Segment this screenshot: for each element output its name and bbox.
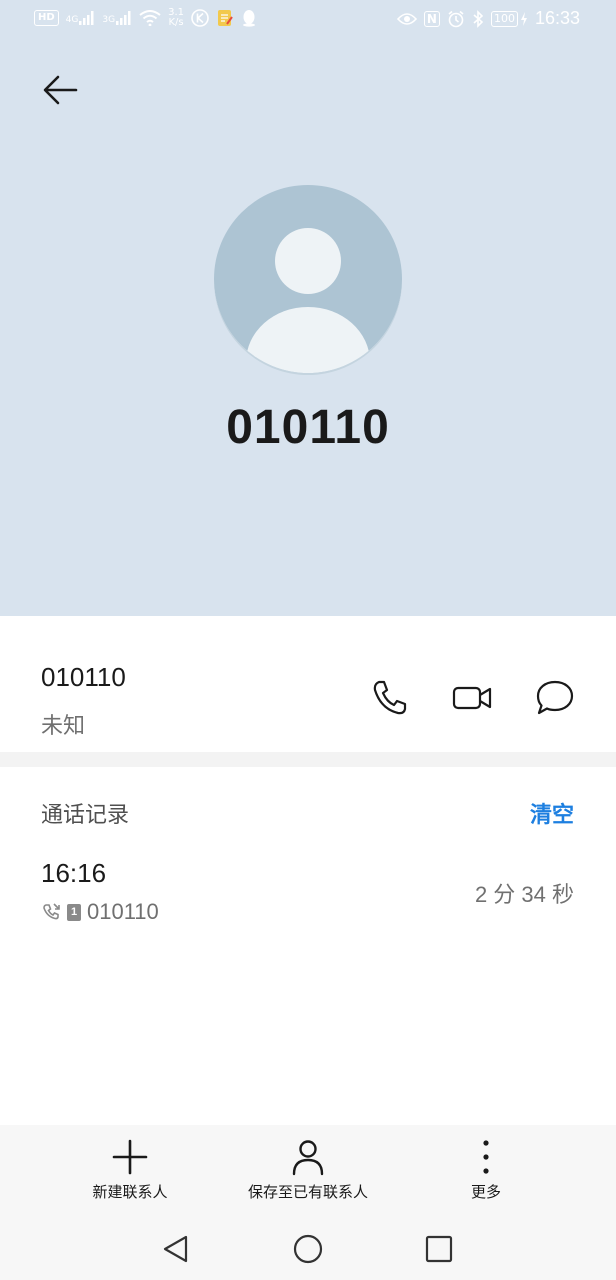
contact-location: 未知 xyxy=(41,714,86,739)
arrow-left-icon xyxy=(43,75,78,105)
call-log-title: 通话记录 xyxy=(41,803,130,828)
more-label: 更多 xyxy=(470,1183,501,1201)
section-divider xyxy=(0,752,616,767)
more-button[interactable]: 更多 xyxy=(446,1137,526,1202)
signal-2-label: 3G xyxy=(102,15,116,25)
qq-icon xyxy=(242,10,255,27)
signal-1: 4G xyxy=(66,11,96,25)
video-call-button[interactable] xyxy=(450,676,494,720)
more-vertical-icon xyxy=(483,1140,489,1174)
nav-back-button[interactable] xyxy=(160,1233,192,1265)
call-number: 010110 xyxy=(87,899,159,924)
contact-header: 010110 xyxy=(0,0,616,616)
net-speed-unit: K/s xyxy=(168,17,184,28)
clear-log-button[interactable]: 清空 xyxy=(530,797,574,829)
battery-level: 100 xyxy=(490,10,518,27)
signal-1-label: 4G xyxy=(65,15,79,25)
save-to-existing-label: 保存至已有联系人 xyxy=(247,1183,368,1201)
bottom-toolbar: 新建联系人 保存至已有联系人 更多 xyxy=(0,1125,616,1215)
back-button[interactable] xyxy=(36,66,84,114)
status-time: 16:33 xyxy=(534,8,580,28)
status-left: HD 4G 3G 3.1 K/s xyxy=(34,8,257,28)
status-bar: HD 4G 3G 3.1 K/s N 100 16:33 xyxy=(0,0,616,44)
video-camera-icon xyxy=(452,686,492,710)
circle-home-icon xyxy=(293,1234,323,1264)
signal-2: 3G xyxy=(102,11,132,25)
triangle-back-icon xyxy=(163,1235,188,1263)
call-log-section: 通话记录 清空 16:16 1 010110 2 分 34 秒 xyxy=(0,767,616,1125)
alarm-icon xyxy=(448,10,464,27)
eye-icon xyxy=(396,12,417,25)
contact-card: 010110 未知 xyxy=(0,616,616,752)
k-app-icon xyxy=(191,9,209,27)
page-title: 010110 xyxy=(226,401,390,454)
sim-card-icon: 1 xyxy=(67,903,81,921)
square-recents-icon xyxy=(425,1235,453,1263)
chat-bubble-icon xyxy=(536,680,574,715)
signal-bars-icon xyxy=(116,11,131,25)
call-button[interactable] xyxy=(367,676,411,720)
nav-home-button[interactable] xyxy=(292,1233,324,1265)
charging-icon xyxy=(520,11,527,26)
call-time: 16:16 xyxy=(41,858,107,888)
net-speed: 3.1 K/s xyxy=(168,8,184,28)
battery-indicator: 100 xyxy=(490,10,528,27)
plus-icon xyxy=(112,1139,148,1175)
nav-recents-button[interactable] xyxy=(423,1233,455,1265)
bluetooth-icon xyxy=(473,9,484,28)
system-navigation-bar xyxy=(0,1215,616,1280)
person-icon xyxy=(292,1140,324,1176)
call-meta: 1 010110 xyxy=(41,899,159,925)
save-to-existing-button[interactable]: 保存至已有联系人 xyxy=(228,1137,388,1202)
avatar-ring xyxy=(214,185,402,373)
nfc-icon: N xyxy=(423,10,440,27)
signal-bars-icon xyxy=(79,11,94,25)
new-contact-label: 新建联系人 xyxy=(92,1183,168,1201)
phone-icon xyxy=(373,680,407,715)
hd-badge: HD xyxy=(34,10,59,26)
contact-number[interactable]: 010110 xyxy=(41,662,126,693)
call-log-entry[interactable]: 16:16 1 010110 2 分 34 秒 xyxy=(0,847,616,937)
new-contact-button[interactable]: 新建联系人 xyxy=(80,1137,180,1202)
incoming-call-icon xyxy=(43,903,60,920)
notes-app-icon xyxy=(217,10,233,26)
wifi-icon xyxy=(139,10,161,26)
status-right: N 100 16:33 xyxy=(396,8,580,29)
message-button[interactable] xyxy=(533,676,577,720)
call-duration: 2 分 34 秒 xyxy=(474,882,574,907)
